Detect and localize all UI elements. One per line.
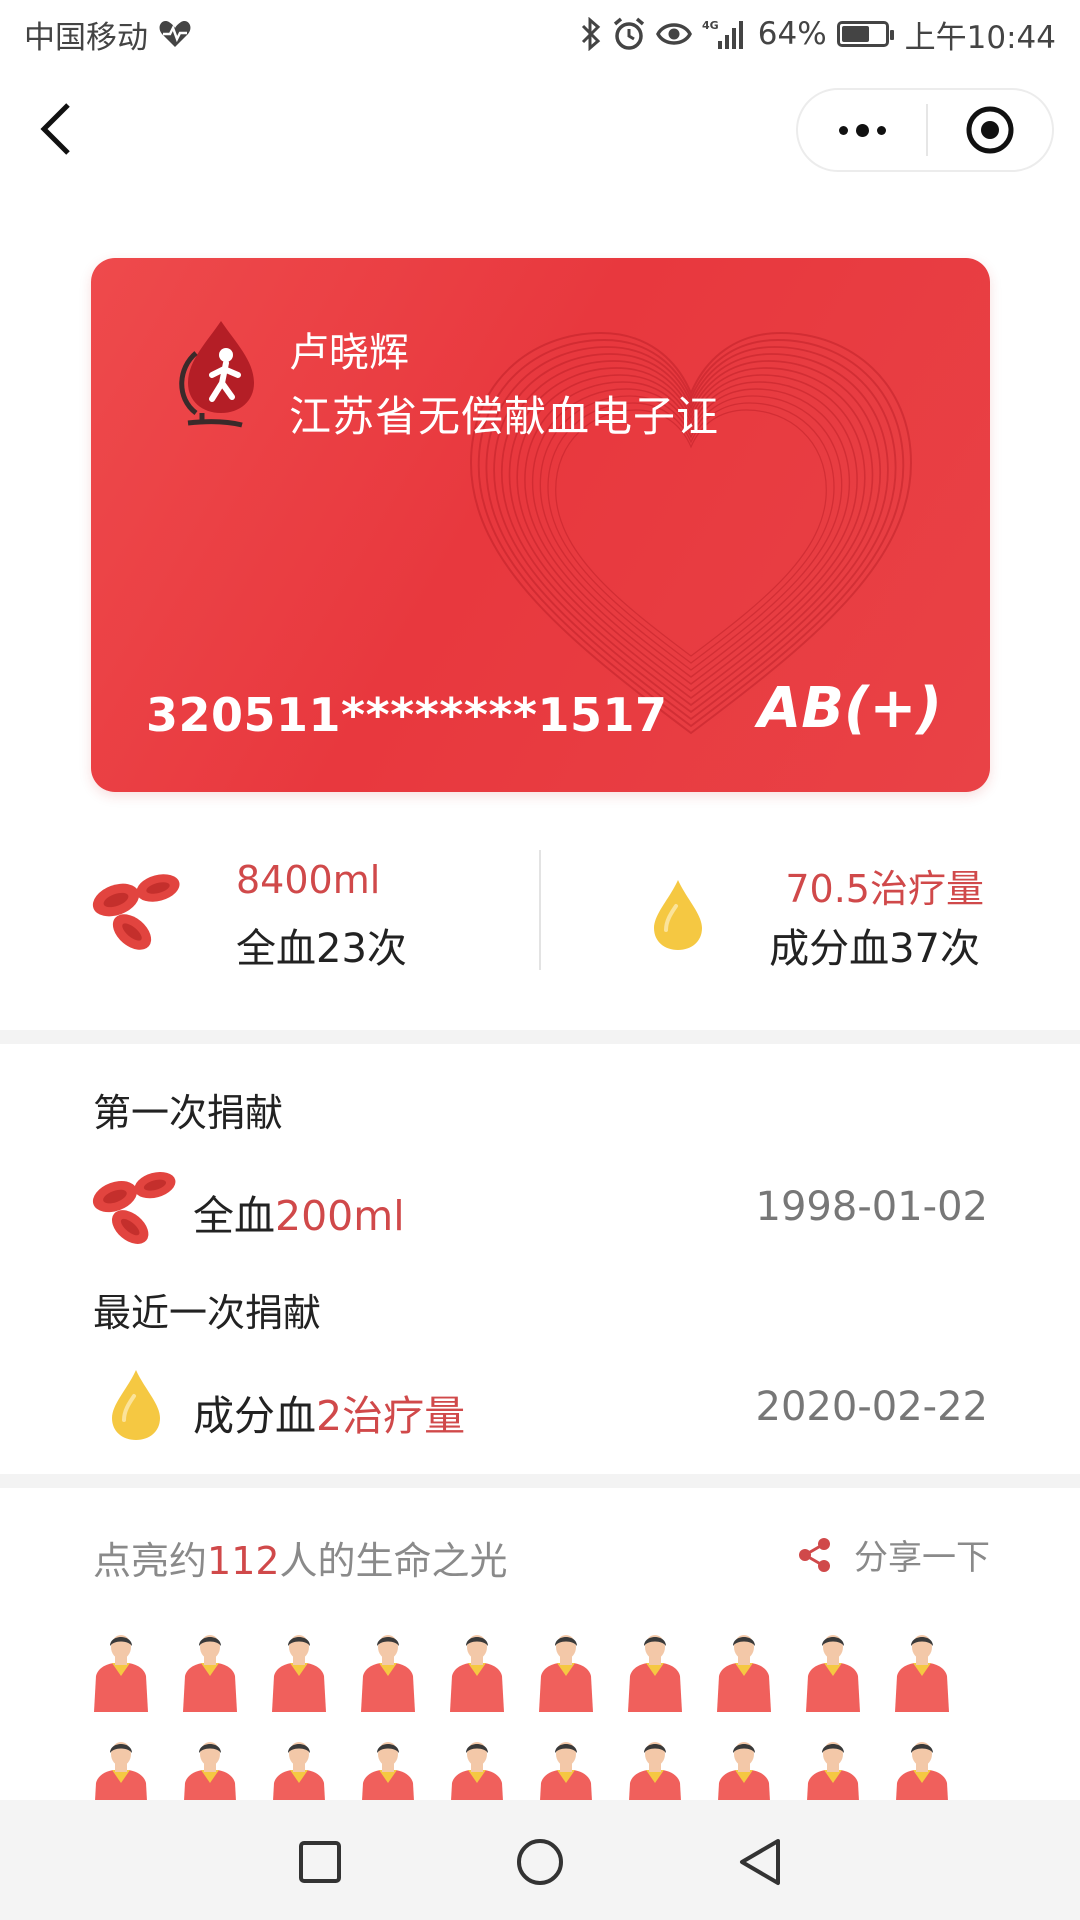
latest-donation-date: 2020-02-22 xyxy=(755,1384,988,1430)
person-icon xyxy=(622,1737,688,1800)
target-close-icon xyxy=(966,106,1014,154)
yellow-drop-icon xyxy=(112,1370,160,1440)
section-separator xyxy=(0,1474,1080,1488)
lives-title-prefix: 点亮约 xyxy=(93,1539,208,1583)
donor-name: 卢晓辉 xyxy=(289,330,409,376)
first-donation-detail: 全血200ml xyxy=(193,1182,405,1242)
red-blood-cells-icon xyxy=(92,874,180,950)
status-right: 4G 64% 上午10:44 xyxy=(580,12,1056,57)
first-donation-type: 全血 xyxy=(193,1192,275,1240)
battery-level xyxy=(841,26,869,42)
alarm-icon xyxy=(612,17,646,51)
lives-lit-title: 点亮约112人的生命之光 xyxy=(93,1530,508,1585)
component-blood-amount: 70.5治疗量 xyxy=(785,867,984,911)
people-grid xyxy=(88,1630,988,1800)
mini-program-capsule xyxy=(796,88,1054,172)
first-donation-label: 第一次捐献 xyxy=(93,1091,284,1135)
person-icon xyxy=(177,1630,243,1712)
system-back-button[interactable] xyxy=(730,1832,790,1892)
status-left: 中国移动 xyxy=(24,12,192,57)
triangle-back-icon xyxy=(740,1839,780,1885)
stats-divider xyxy=(539,850,541,970)
id-number: 320511********1517 xyxy=(146,688,668,742)
more-dot-right xyxy=(876,125,886,135)
person-icon xyxy=(800,1630,866,1712)
share-label: 分享一下 xyxy=(854,1538,990,1578)
more-button[interactable] xyxy=(798,90,926,170)
blood-type: AB(+) xyxy=(757,676,942,741)
person-icon xyxy=(88,1630,154,1712)
system-nav-bar xyxy=(0,1800,1080,1920)
person-icon xyxy=(711,1737,777,1800)
share-button[interactable]: 分享一下 xyxy=(798,1530,990,1579)
battery-percent: 64% xyxy=(757,16,827,52)
lives-count: 112 xyxy=(207,1539,280,1583)
whole-blood-count: 全血23次 xyxy=(236,926,407,972)
share-icon xyxy=(799,1537,830,1572)
person-icon xyxy=(177,1737,243,1800)
latest-donation-amount: 2治疗量 xyxy=(316,1392,466,1440)
card-title: 江苏省无偿献血电子证 xyxy=(289,392,720,441)
latest-donation-detail: 成分血2治疗量 xyxy=(193,1382,465,1442)
person-icon xyxy=(622,1630,688,1712)
yellow-drop-icon xyxy=(654,880,702,950)
person-icon xyxy=(444,1737,510,1800)
donation-stats: 8400ml 全血23次 70.5治疗量 成分血37次 xyxy=(0,830,1080,980)
circle-home-icon xyxy=(517,1839,563,1885)
back-button[interactable] xyxy=(28,94,84,164)
battery-icon xyxy=(836,21,894,47)
latest-donation-label: 最近一次捐献 xyxy=(93,1291,322,1335)
person-icon xyxy=(355,1630,421,1712)
nav-bar xyxy=(0,68,1080,188)
first-donation-date: 1998-01-02 xyxy=(755,1184,988,1230)
person-icon xyxy=(533,1737,599,1800)
red-blood-cells-icon xyxy=(92,1172,176,1244)
square-recents-icon xyxy=(299,1841,341,1883)
bluetooth-icon xyxy=(580,17,602,51)
home-button[interactable] xyxy=(510,1832,570,1892)
svg-text:4G: 4G xyxy=(702,19,719,32)
eye-icon xyxy=(655,20,692,48)
latest-donation-type: 成分血 xyxy=(193,1392,316,1440)
latest-donation-row: 成分血2治疗量 2020-02-22 xyxy=(0,1362,1080,1452)
blood-donation-logo xyxy=(179,321,254,428)
person-icon xyxy=(711,1630,777,1712)
status-bar: 中国移动 4G 64% 上午10:44 xyxy=(0,0,1080,68)
person-icon xyxy=(889,1737,955,1800)
signal-4g-icon: 4G xyxy=(702,17,748,51)
person-icon xyxy=(533,1630,599,1712)
component-blood-count: 成分血37次 xyxy=(769,926,980,972)
section-separator xyxy=(0,1030,1080,1044)
more-dots-icon xyxy=(838,125,848,135)
person-icon xyxy=(444,1630,510,1712)
recents-button[interactable] xyxy=(290,1832,350,1892)
person-icon xyxy=(800,1737,866,1800)
more-dot-center xyxy=(855,123,869,137)
first-donation-row: 全血200ml 1998-01-02 xyxy=(0,1162,1080,1252)
chevron-left-icon xyxy=(40,103,70,155)
person-icon xyxy=(266,1737,332,1800)
first-donation-amount: 200ml xyxy=(275,1192,405,1240)
donor-card: 卢晓辉 江苏省无偿献血电子证 320511********1517 AB(+) xyxy=(91,258,990,792)
person-icon xyxy=(355,1737,421,1800)
whole-blood-amount: 8400ml xyxy=(236,858,381,902)
person-icon xyxy=(889,1630,955,1712)
person-icon xyxy=(88,1737,154,1800)
clock: 上午10:44 xyxy=(904,19,1056,56)
close-button[interactable] xyxy=(928,90,1052,170)
carrier-label: 中国移动 xyxy=(24,19,148,56)
lives-title-suffix: 人的生命之光 xyxy=(279,1539,508,1583)
person-icon xyxy=(266,1630,332,1712)
heart-pulse-icon xyxy=(158,19,192,49)
